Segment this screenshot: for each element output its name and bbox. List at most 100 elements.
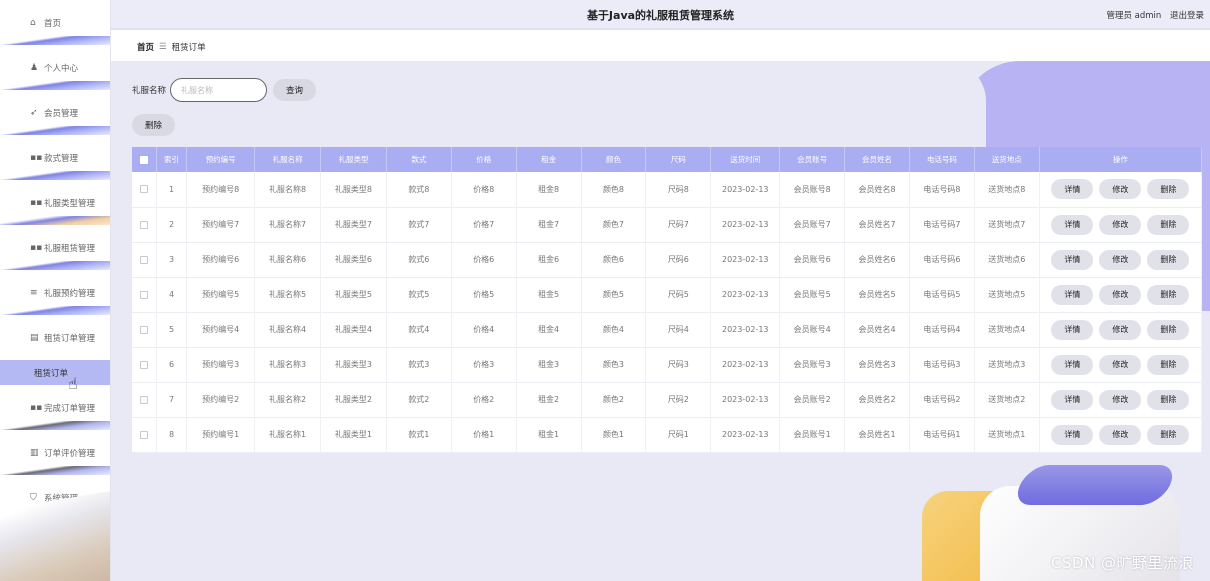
- delete-button[interactable]: 删除: [1147, 389, 1190, 410]
- delete-button[interactable]: 删除: [1147, 179, 1190, 200]
- grid-icon: ▪▪: [30, 197, 43, 208]
- sidebar-item-label: 会员管理: [44, 108, 79, 119]
- table-cell: 电话号码1: [909, 417, 975, 452]
- detail-button[interactable]: 详情: [1051, 319, 1094, 340]
- edit-button[interactable]: 修改: [1099, 354, 1142, 375]
- sidebar-item-reservations[interactable]: ≡ 礼服预约管理: [0, 270, 110, 315]
- column-header: 礼服类型: [320, 147, 387, 172]
- table-cell: 尺码7: [645, 207, 712, 242]
- delete-button[interactable]: 删除: [1147, 214, 1190, 235]
- table-cell: 价格8: [451, 172, 517, 207]
- sidebar-item-styles[interactable]: ▪▪ 款式管理: [0, 135, 110, 180]
- breadcrumb: 首页 ☰ 租赁订单: [111, 33, 1210, 61]
- delete-button[interactable]: 删除: [1147, 319, 1190, 340]
- table-cell: 2023-02-13: [710, 382, 781, 417]
- sidebar-item-label: 首页: [44, 18, 62, 29]
- table-cell: 颜色7: [581, 207, 647, 242]
- watermark: CSDN @旷野里流浪: [1050, 554, 1194, 572]
- table-cell: 租金7: [516, 207, 582, 242]
- detail-button[interactable]: 详情: [1051, 389, 1094, 410]
- table-cell: 礼服名称4: [254, 312, 322, 347]
- row-checkbox[interactable]: [132, 417, 157, 452]
- edit-button[interactable]: 修改: [1099, 284, 1142, 305]
- table-row: 6 预约编号3 礼服名称3 礼服类型3 款式3 价格3 租金3 颜色3 尺码3 2023-02-1…: [132, 347, 1203, 382]
- checkbox-icon[interactable]: [139, 220, 148, 229]
- sidebar-item-dress-types[interactable]: ▪▪ 礼服类型管理: [0, 180, 110, 225]
- action-group: 详情 修改 删除: [1040, 424, 1201, 445]
- row-checkbox[interactable]: [132, 312, 157, 347]
- column-header: 款式: [386, 147, 452, 172]
- edit-button[interactable]: 修改: [1099, 249, 1142, 270]
- table-cell: 会员账号8: [779, 172, 846, 207]
- detail-button[interactable]: 详情: [1051, 424, 1094, 445]
- detail-button[interactable]: 详情: [1051, 179, 1094, 200]
- sidebar-item-completed-orders[interactable]: ▪▪ 完成订单管理: [0, 385, 110, 430]
- detail-button[interactable]: 详情: [1051, 249, 1094, 270]
- sidebar-item-dress-rental[interactable]: ▪▪ 礼服租赁管理: [0, 225, 110, 270]
- delete-button[interactable]: 删除: [1147, 424, 1190, 445]
- column-header: 礼服名称: [254, 147, 322, 172]
- sidebar-item-home[interactable]: ⌂ 首页: [0, 0, 110, 45]
- table-cell: 会员姓名8: [844, 172, 910, 207]
- sidebar-subitem-rental-order[interactable]: 租赁订单: [0, 360, 110, 385]
- table-row: 7 预约编号2 礼服名称2 礼服类型2 款式2 价格2 租金2 颜色2 尺码2 2023-02-1…: [132, 382, 1203, 417]
- detail-button[interactable]: 详情: [1051, 214, 1094, 235]
- table-cell: 会员账号5: [779, 277, 846, 312]
- delete-button[interactable]: 删除: [1147, 249, 1190, 270]
- detail-button[interactable]: 详情: [1051, 354, 1094, 375]
- logout-link[interactable]: 退出登录: [1170, 11, 1204, 21]
- row-checkbox[interactable]: [132, 172, 157, 207]
- select-all-checkbox[interactable]: [132, 147, 157, 172]
- row-checkbox[interactable]: [132, 207, 157, 242]
- table-cell: 租金4: [516, 312, 582, 347]
- checkbox-icon[interactable]: [139, 430, 148, 439]
- delete-button[interactable]: 删除: [1147, 284, 1190, 305]
- row-checkbox[interactable]: [132, 382, 157, 417]
- edit-button[interactable]: 修改: [1099, 389, 1142, 410]
- table-cell: 礼服类型5: [320, 277, 387, 312]
- sidebar-item-order-reviews[interactable]: ▥ 订单评价管理: [0, 430, 110, 475]
- table-cell: 会员账号6: [779, 242, 846, 277]
- sidebar-item-rental-orders[interactable]: ▤ 租赁订单管理: [0, 315, 110, 360]
- sidebar-item-profile[interactable]: ♟ 个人中心: [0, 45, 110, 90]
- checkbox-icon[interactable]: [139, 185, 148, 194]
- checkbox-icon[interactable]: [139, 395, 148, 404]
- column-header: 送货时间: [710, 147, 781, 172]
- table-cell: 会员姓名6: [844, 242, 910, 277]
- edit-button[interactable]: 修改: [1099, 214, 1142, 235]
- table-cell: 会员姓名3: [844, 347, 910, 382]
- table-cell: 颜色5: [581, 277, 647, 312]
- table-cell: 2023-02-13: [710, 277, 781, 312]
- table-cell: 尺码3: [645, 347, 712, 382]
- edit-button[interactable]: 修改: [1099, 424, 1142, 445]
- sidebar-item-members[interactable]: ➶ 会员管理: [0, 90, 110, 135]
- detail-button[interactable]: 详情: [1051, 284, 1094, 305]
- breadcrumb-home[interactable]: 首页: [137, 41, 154, 53]
- delete-button[interactable]: 删除: [1147, 354, 1190, 375]
- checkbox-icon[interactable]: [139, 360, 148, 369]
- checkbox-icon[interactable]: [139, 156, 148, 164]
- checkbox-icon[interactable]: [139, 255, 148, 264]
- row-actions: 详情 修改 删除: [1039, 242, 1203, 277]
- table-cell: 电话号码8: [909, 172, 975, 207]
- table-cell: 电话号码3: [909, 347, 975, 382]
- search-input[interactable]: [170, 78, 268, 102]
- sidebar-item-label: 个人中心: [44, 63, 79, 74]
- table-cell: 电话号码6: [909, 242, 975, 277]
- user-area: 管理员 admin 退出登录: [1106, 9, 1204, 21]
- table-cell: 会员账号1: [779, 417, 846, 452]
- row-checkbox[interactable]: [132, 242, 157, 277]
- checkbox-icon[interactable]: [139, 325, 148, 334]
- edit-button[interactable]: 修改: [1099, 179, 1142, 200]
- row-checkbox[interactable]: [132, 277, 157, 312]
- bulk-delete-button[interactable]: 删除: [132, 114, 176, 136]
- table-cell: 颜色2: [581, 382, 647, 417]
- search-button[interactable]: 查询: [273, 79, 317, 101]
- edit-button[interactable]: 修改: [1099, 319, 1142, 340]
- checkbox-icon[interactable]: [139, 290, 148, 299]
- table-cell: 会员姓名7: [844, 207, 910, 242]
- table-cell: 预约编号8: [186, 172, 256, 207]
- row-checkbox[interactable]: [132, 347, 157, 382]
- table-cell: 价格5: [451, 277, 517, 312]
- table-cell: 预约编号5: [186, 277, 256, 312]
